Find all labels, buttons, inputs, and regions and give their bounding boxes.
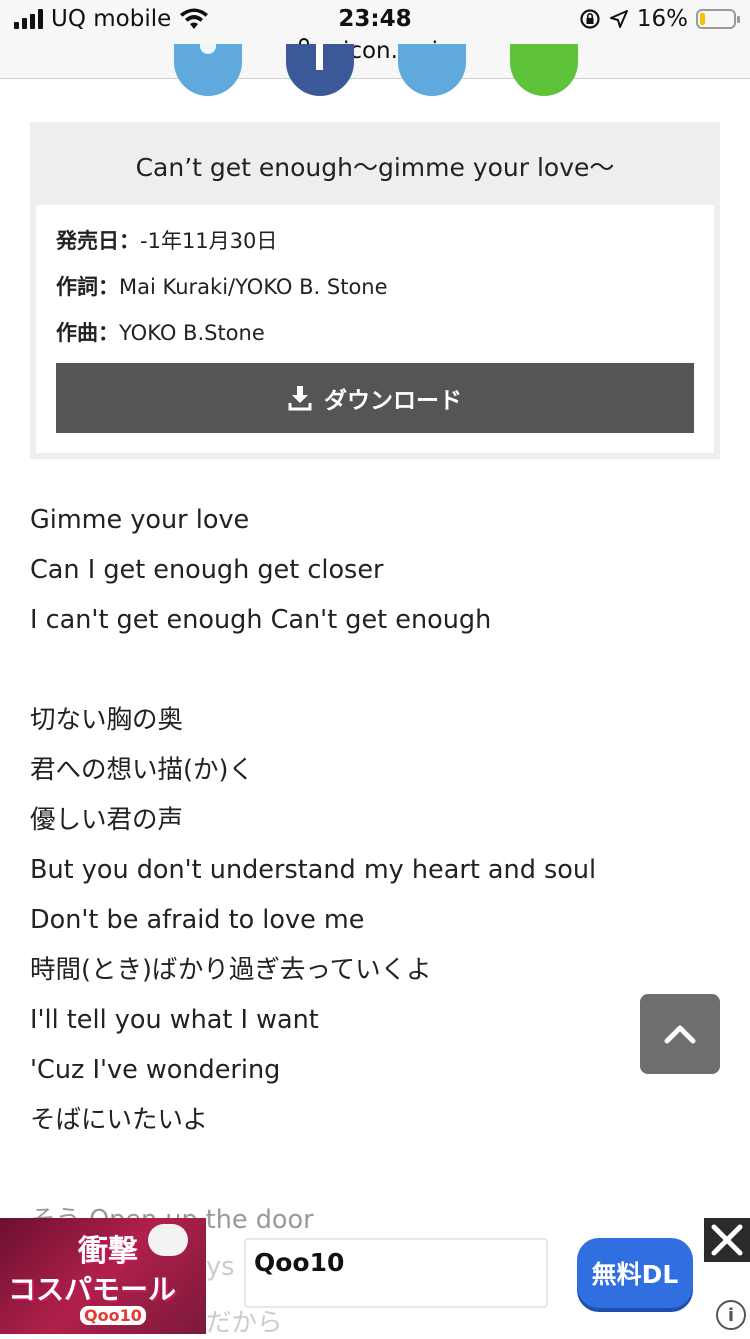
close-icon [711,1224,743,1256]
release-date-row: 発売日：-1年11月30日 [56,225,277,255]
song-info-card: Can’t get enough〜gimme your love〜 発売日：-1… [30,122,720,459]
share-line-button[interactable] [510,44,578,96]
lyricist-label: 作詞： [56,275,119,299]
composer-row: 作曲：YOKO B.Stone [56,317,265,347]
song-title: Can’t get enough〜gimme your love〜 [135,153,615,182]
lyricist-value: Mai Kuraki/YOKO B. Stone [119,275,388,299]
lyric-line: Gimme your love [30,505,250,535]
lyric-line: そばにいたいよ [30,1105,208,1135]
ad-info-icon[interactable]: i [716,1300,746,1330]
lyric-line: But you don't understand my heart and so… [30,855,597,885]
lyric-line: 'Cuz I've wondering [30,1055,281,1085]
lyrics-body: Gimme your love Can I get enough get clo… [30,495,690,1245]
ad-download-button[interactable]: 無料DL [577,1238,693,1308]
ad-banner[interactable]: 衝撃 コスパモール Qoo10 ys だから Qoo10 無料DL i [0,1218,750,1338]
composer-value: YOKO B.Stone [119,321,265,345]
hair-dryer-icon [148,1224,188,1256]
download-icon [288,386,312,411]
download-button[interactable]: ダウンロード [56,363,694,433]
share-facebook-button[interactable] [286,44,354,96]
battery-icon [696,9,740,29]
lyric-line [30,645,690,695]
lyric-line: Can I get enough get closer [30,555,384,585]
chevron-up-icon [664,1025,696,1044]
ad-app-name: Qoo10 [254,1248,345,1277]
ad-brand-badge: Qoo10 [80,1306,146,1325]
lyric-line: 時間(とき)ばかり過ぎ去っていくよ [30,955,432,985]
back-to-top-button[interactable] [640,994,720,1074]
address-bar[interactable]: oricon.co.jp [0,38,750,64]
lyric-line: I can't get enough Can't get enough [30,605,492,635]
ad-image[interactable]: 衝撃 コスパモール Qoo10 [0,1218,206,1334]
song-meta-panel: 発売日：-1年11月30日 作詞：Mai Kuraki/YOKO B. Ston… [36,205,714,453]
composer-label: 作曲： [56,321,119,345]
ad-background-text: ys [206,1252,235,1282]
battery-percent: 16% [636,6,688,32]
download-label: ダウンロード [324,388,462,414]
lyric-line: Don't be afraid to love me [30,905,365,935]
ad-close-button[interactable] [704,1218,750,1262]
ad-info-label: i [727,1304,735,1326]
lyric-line: 君への想い描(か)く [30,755,254,785]
share-hatena-button[interactable] [398,44,466,96]
status-bar: UQ mobile 23:48 16% oricon.co.jp [0,0,750,79]
ad-subheadline: コスパモール [8,1273,177,1306]
ad-download-label: 無料DL [591,1260,679,1289]
release-date-label: 発売日： [56,229,140,253]
ad-app-name-box[interactable]: Qoo10 [244,1238,548,1308]
ad-headline: 衝撃 [78,1234,138,1269]
share-twitter-button[interactable] [174,44,242,96]
lyric-line: 切ない胸の奥 [30,705,184,735]
status-right: 16% [579,6,740,32]
rotation-lock-icon [580,9,600,29]
lyric-line: I'll tell you what I want [30,1005,319,1035]
location-icon [609,10,628,28]
lyricist-row: 作詞：Mai Kuraki/YOKO B. Stone [56,271,388,301]
lyric-line: 優しい君の声 [30,805,184,835]
lyric-line [30,1145,690,1195]
release-date-value: -1年11月30日 [140,229,278,253]
